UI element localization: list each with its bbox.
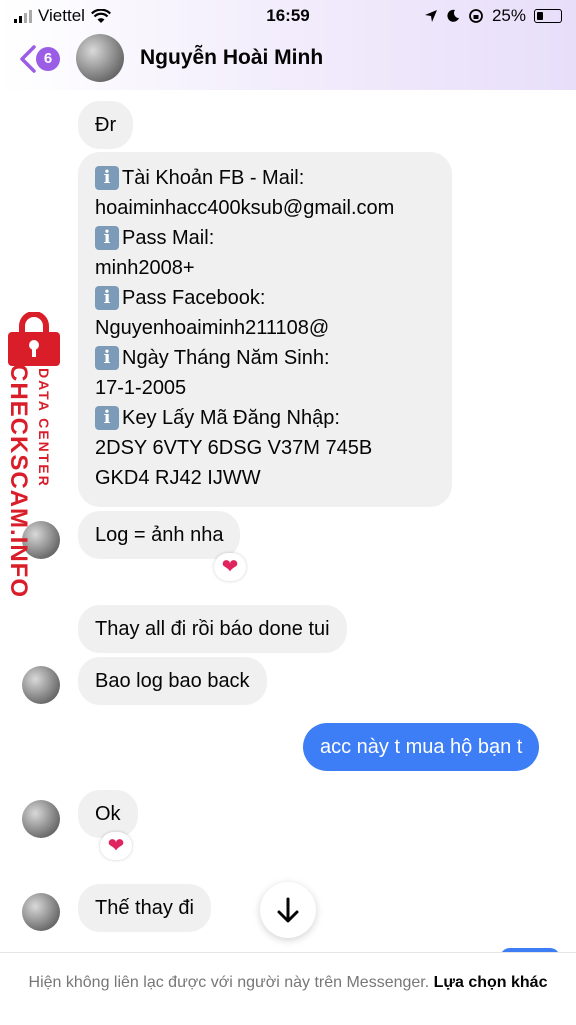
- message-bubble[interactable]: Ok: [78, 790, 138, 838]
- message-text: Thay all đi rồi báo done tui: [95, 618, 330, 640]
- info-icon: i: [95, 346, 119, 370]
- message-line: Key Lấy Mã Đăng Nhập:: [122, 407, 340, 429]
- heart-reaction[interactable]: ❤: [214, 553, 246, 581]
- message-text: Log = ảnh nha: [95, 524, 224, 546]
- back-chevron-icon[interactable]: [18, 44, 38, 74]
- message-text: Đr: [95, 114, 117, 136]
- message-line: Pass Facebook:: [122, 287, 266, 309]
- message-text: Thế thay đi: [95, 897, 194, 919]
- watermark: DATA CENTER CHECKSCAM.INFO: [2, 312, 62, 598]
- status-bar: Viettel 16:59 25%: [0, 4, 576, 28]
- message-bubble[interactable]: Đr: [78, 101, 134, 149]
- message-bubble[interactable]: Thay all đi rồi báo done tui: [78, 605, 347, 653]
- message-line: Nguyenhoaiminh211108@: [95, 317, 330, 339]
- contact-name[interactable]: Nguyễn Hoài Minh: [140, 46, 323, 70]
- watermark-title: CHECKSCAM.INFO: [5, 364, 32, 598]
- moon-icon: [447, 9, 459, 22]
- credentials-message-bubble[interactable]: i Tài Khoản FB - Mail: hoaiminhacc400ksub…: [78, 152, 452, 507]
- sender-avatar[interactable]: [22, 800, 60, 838]
- heart-reaction[interactable]: ❤: [100, 832, 132, 860]
- message-bubble[interactable]: Log = ảnh nha: [78, 511, 241, 559]
- scroll-to-bottom-button[interactable]: [260, 882, 316, 938]
- arrow-down-icon: [277, 897, 299, 923]
- watermark-subtitle: DATA CENTER: [36, 368, 52, 488]
- location-icon: [424, 10, 437, 22]
- rotation-lock-icon: [469, 9, 483, 23]
- battery-icon: [534, 9, 562, 23]
- message-line: minh2008+: [95, 257, 195, 279]
- message-bubble[interactable]: Bao log bao back: [78, 657, 267, 705]
- unread-count-badge[interactable]: 6: [36, 47, 60, 71]
- composer-unavailable-footer: Hiện không liên lạc được với người này t…: [0, 952, 576, 1025]
- other-options-link[interactable]: Lựa chọn khác: [434, 974, 548, 991]
- info-icon: i: [95, 166, 119, 190]
- message-bubble[interactable]: Thế thay đi: [78, 884, 211, 932]
- info-icon: i: [95, 286, 119, 310]
- info-icon: i: [95, 406, 119, 430]
- message-line: GKD4 RJ42 IJWW: [95, 467, 261, 489]
- message-text: Ok: [95, 803, 121, 825]
- contact-avatar[interactable]: [76, 34, 124, 82]
- message-line: 2DSY 6VTY 6DSG V37M 745B: [95, 437, 373, 459]
- message-line: Tài Khoản FB - Mail:: [122, 167, 305, 189]
- lock-icon: [8, 312, 60, 366]
- sender-avatar[interactable]: [22, 666, 60, 704]
- own-message-bubble[interactable]: acc này t mua hộ bạn t: [303, 723, 540, 771]
- message-line: hoaiminhacc400ksub@gmail.com: [95, 197, 395, 219]
- message-line: Ngày Tháng Năm Sinh:: [122, 347, 330, 369]
- message-line: 17-1-2005: [95, 377, 187, 399]
- sender-avatar[interactable]: [22, 893, 60, 931]
- battery-label: 25%: [491, 6, 526, 25]
- chat-header: Viettel 16:59 25% 6 Nguyễn Hoài Minh: [0, 0, 576, 90]
- message-line: Pass Mail:: [122, 227, 215, 249]
- info-icon: i: [95, 226, 119, 250]
- message-text: acc này t mua hộ bạn t: [320, 736, 523, 758]
- unavailable-notice: Hiện không liên lạc được với người này t…: [28, 974, 434, 991]
- message-text: Bao log bao back: [95, 670, 250, 692]
